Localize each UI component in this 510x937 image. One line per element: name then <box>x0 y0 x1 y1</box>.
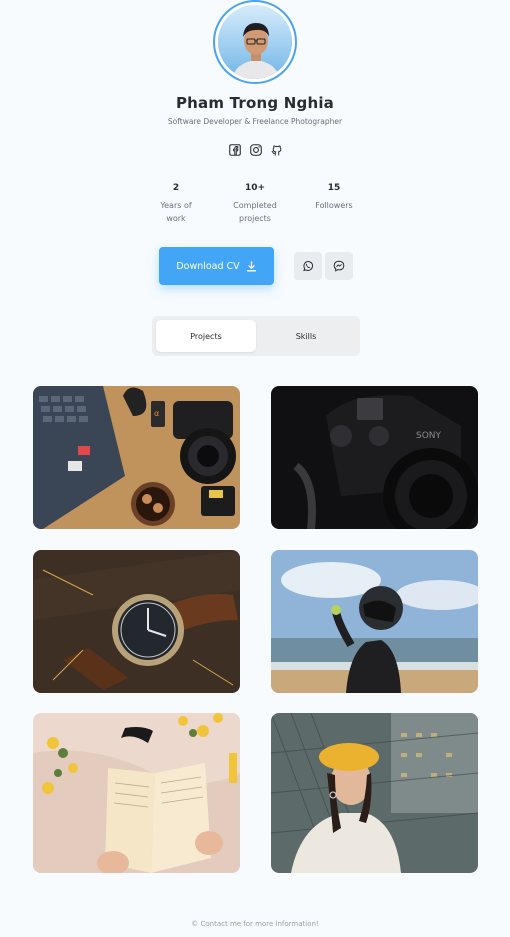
messenger-icon <box>333 260 345 272</box>
tab-skills[interactable]: Skills <box>256 320 356 352</box>
tab-projects[interactable]: Projects <box>156 320 256 352</box>
download-cv-button[interactable]: Download CV <box>159 247 274 285</box>
stat-followers: 15 Followers <box>303 183 365 225</box>
stat-label-line1: Years of <box>160 201 192 210</box>
messenger-button[interactable] <box>325 252 353 280</box>
social-links <box>229 144 283 158</box>
tab-switcher: Projects Skills <box>152 316 360 356</box>
stat-years: 2 Years of work <box>145 183 207 225</box>
gallery-photo-sony-camera[interactable]: SONY <box>271 386 478 529</box>
stats-row: 2 Years of work 10+ Completed projects 1… <box>145 183 365 225</box>
stat-value: 10+ <box>244 183 266 193</box>
facebook-icon[interactable] <box>229 144 241 156</box>
download-cv-label: Download CV <box>176 260 240 272</box>
profile-name: Pham Trong Nghia <box>175 94 334 112</box>
stat-label-line1: Followers <box>315 201 353 210</box>
avatar <box>213 0 297 84</box>
gallery-photo-helmet-rider[interactable] <box>271 550 478 693</box>
gallery-photo-wristwatch[interactable] <box>33 550 240 693</box>
person-portrait-icon <box>218 5 292 79</box>
stat-label-line2: work <box>166 214 186 223</box>
stat-projects: 10+ Completed projects <box>224 183 286 225</box>
profile-tagline: Software Developer & Freelance Photograp… <box>167 117 343 126</box>
instagram-icon[interactable] <box>250 144 262 156</box>
whatsapp-button[interactable] <box>294 252 322 280</box>
stat-label-line2: projects <box>239 214 271 223</box>
gallery-photo-yellow-beret[interactable] <box>271 713 478 873</box>
gallery-photo-book-flowers[interactable] <box>33 713 240 873</box>
footer-note: © Contact me for more information! <box>191 920 319 928</box>
avatar-photo <box>218 5 292 79</box>
svg-text:SONY: SONY <box>416 431 442 441</box>
stat-value: 15 <box>327 183 341 193</box>
whatsapp-icon <box>303 261 314 272</box>
gallery-photo-laptop-camera[interactable]: α <box>33 386 240 529</box>
svg-text:α: α <box>154 409 159 418</box>
stat-label-line1: Completed <box>233 201 277 210</box>
github-icon[interactable] <box>271 144 283 156</box>
stat-value: 2 <box>172 183 180 193</box>
download-icon <box>246 260 256 271</box>
